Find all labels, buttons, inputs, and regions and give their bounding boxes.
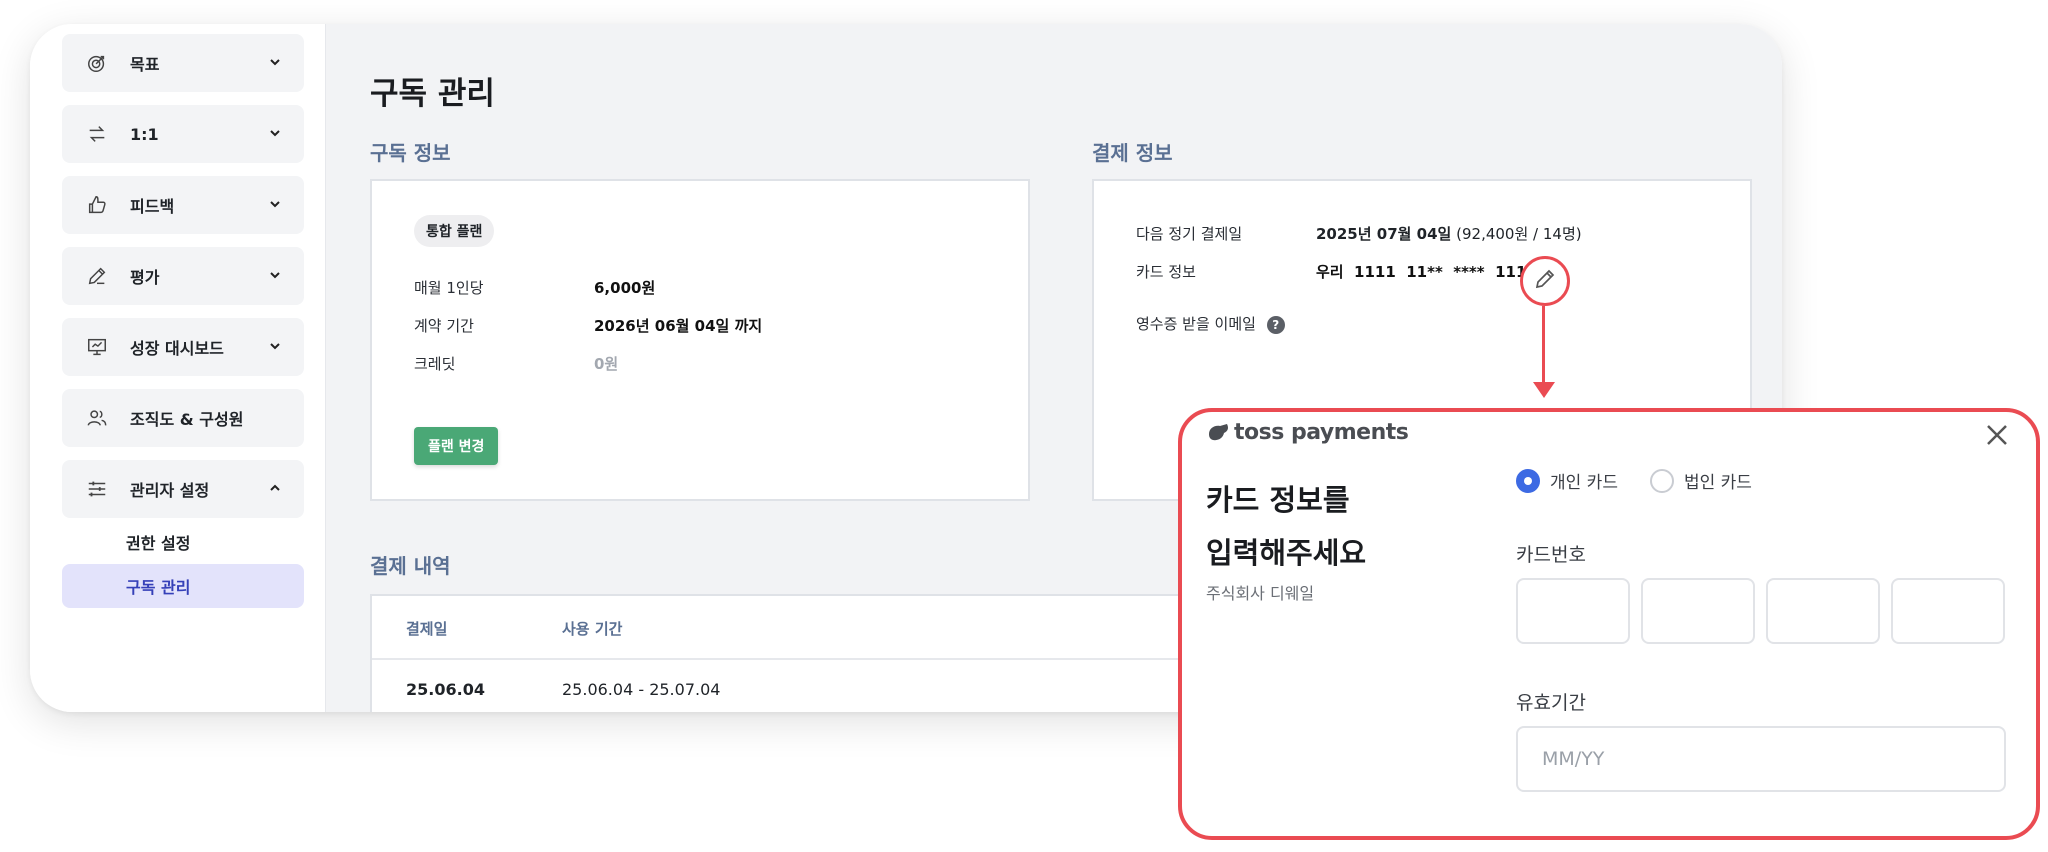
target-icon (84, 50, 110, 76)
card-info-label: 카드 정보 (1136, 263, 1196, 281)
expiry-input[interactable] (1516, 726, 2006, 792)
toss-brand-text: toss payments (1234, 420, 1409, 445)
edit-card-button[interactable] (1520, 256, 1570, 306)
radio-corporate-card[interactable]: 법인 카드 (1649, 468, 1752, 493)
contract-period-value: 2026년 06월 04일 까지 (594, 317, 763, 335)
sidebar-item-admin-settings[interactable]: 관리자 설정 (62, 460, 304, 518)
card-input-popup: toss payments 카드 정보를 입력해주세요 주식회사 디웨일 개인 … (1178, 408, 2040, 840)
change-plan-button[interactable]: 플랜 변경 (414, 427, 499, 465)
chevron-down-icon (268, 338, 282, 357)
card-type-radio-group: 개인 카드 법인 카드 (1516, 468, 1784, 493)
history-section-title: 결제 내역 (370, 554, 451, 578)
callout-arrow-line (1542, 306, 1545, 386)
credit-label: 크레딧 (414, 355, 456, 373)
chevron-down-icon (268, 196, 282, 215)
edit-pen-icon (84, 263, 110, 289)
chevron-down-icon (268, 267, 282, 286)
card-number-field-2[interactable] (1641, 578, 1755, 644)
help-icon[interactable]: ? (1266, 315, 1285, 334)
close-button[interactable] (1982, 420, 2012, 450)
monthly-price-label: 매월 1인당 (414, 279, 484, 297)
radio-label: 개인 카드 (1550, 473, 1618, 493)
sidebar-item-label: 평가 (130, 268, 160, 287)
sidebar-item-label: 관리자 설정 (130, 481, 210, 500)
contract-period-label: 계약 기간 (414, 317, 474, 335)
sidebar-item-label: 피드백 (130, 197, 175, 216)
toss-logo-icon (1209, 423, 1228, 440)
page-title: 구독 관리 (370, 76, 495, 112)
monthly-price-value: 6,000원 (594, 279, 656, 297)
chevron-down-icon (268, 54, 282, 73)
sliders-icon (84, 476, 110, 502)
close-icon (1987, 425, 2007, 445)
payment-section-title: 결제 정보 (1092, 141, 1173, 165)
sidebar-item-org-members[interactable]: 조직도 & 구성원 (62, 389, 304, 447)
chevron-down-icon (268, 125, 282, 144)
card-number-label: 카드번호 (1516, 544, 1586, 566)
popup-title: 카드 정보를 입력해주세요 (1206, 474, 1466, 580)
card-number-field-4[interactable] (1891, 578, 2005, 644)
card-number-field-1[interactable] (1516, 578, 1630, 644)
credit-value: 0원 (594, 355, 619, 373)
sidebar-item-feedback[interactable]: 피드백 (62, 176, 304, 234)
subscription-section-title: 구독 정보 (370, 141, 451, 165)
subscription-card: 통합 플랜 매월 1인당 6,000원 계약 기간 2026년 06월 04일 … (370, 179, 1030, 501)
chevron-up-icon (268, 480, 282, 499)
pencil-icon (1533, 267, 1557, 295)
users-icon (84, 405, 110, 431)
popup-title-line1: 카드 정보를 (1206, 483, 1350, 517)
sidebar-subitem-label: 구독 관리 (126, 578, 191, 597)
presentation-board-icon (84, 334, 110, 360)
toss-payments-logo: toss payments (1206, 420, 1409, 445)
sidebar-item-one-on-one[interactable]: 1:1 (62, 105, 304, 163)
sidebar-subitem-subscription[interactable]: 구독 관리 (62, 564, 304, 608)
sidebar-subitem-label: 권한 설정 (126, 534, 191, 553)
receipt-email-row: 영수증 받을 이메일 ? (1136, 313, 1285, 334)
next-payment-info: 2025년 07월 04일 (92,400원 / 14명) (1316, 223, 1582, 244)
next-payment-detail: (92,400원 / 14명) (1456, 225, 1582, 243)
popup-title-line2: 입력해주세요 (1206, 536, 1367, 570)
callout-arrow-head (1533, 382, 1555, 398)
sidebar-item-growth-dashboard[interactable]: 성장 대시보드 (62, 318, 304, 376)
table-cell-period: 25.06.04 - 25.07.04 (562, 680, 721, 699)
sidebar-item-label: 목표 (130, 55, 160, 74)
sidebar-item-label: 성장 대시보드 (130, 339, 224, 358)
sidebar-item-evaluation[interactable]: 평가 (62, 247, 304, 305)
radio-personal-card[interactable]: 개인 카드 (1516, 468, 1618, 493)
radio-label: 법인 카드 (1683, 473, 1752, 493)
swap-arrows-icon (84, 121, 110, 147)
sidebar: 목표 1:1 피드백 평가 성장 대시보드 조직도 & 구성원 관리자 설정 권… (30, 24, 326, 712)
column-header-date: 결제일 (406, 620, 448, 638)
merchant-name: 주식회사 디웨일 (1206, 584, 1315, 603)
sidebar-item-goals[interactable]: 목표 (62, 34, 304, 92)
column-header-period: 사용 기간 (562, 620, 623, 638)
card-number-field-3[interactable] (1766, 578, 1880, 644)
thumbs-up-icon (84, 192, 110, 218)
card-info-value: 우리 1111 11** **** 1111 (1316, 263, 1537, 281)
expiry-label: 유효기간 (1516, 692, 1586, 714)
radio-unchecked-icon (1649, 468, 1674, 493)
receipt-email-label: 영수증 받을 이메일 (1136, 315, 1256, 333)
radio-checked-icon (1516, 468, 1540, 493)
sidebar-subitem-permissions[interactable]: 권한 설정 (62, 520, 304, 564)
next-payment-label: 다음 정기 결제일 (1136, 225, 1243, 243)
table-cell-date: 25.06.04 (406, 680, 485, 699)
plan-badge: 통합 플랜 (414, 215, 495, 247)
next-payment-date: 2025년 07월 04일 (1316, 225, 1452, 243)
sidebar-item-label: 1:1 (130, 124, 159, 144)
sidebar-item-label: 조직도 & 구성원 (130, 410, 244, 429)
